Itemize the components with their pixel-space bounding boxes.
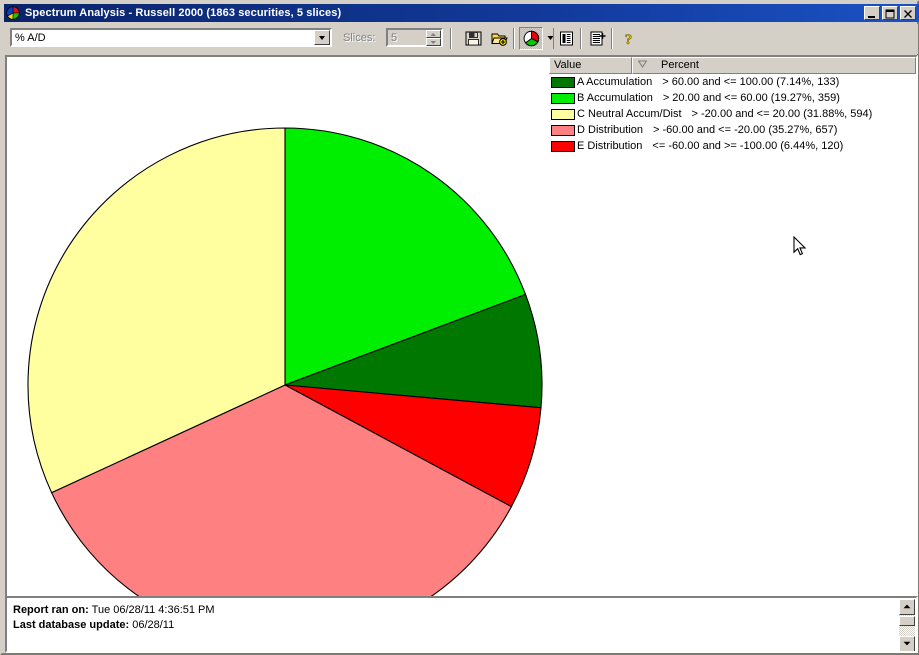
legend-swatch xyxy=(551,76,575,88)
legend-row-range: <= -60.00 and >= -100.00 (6.44%, 120) xyxy=(652,140,844,152)
field-select[interactable]: % A/D xyxy=(10,28,332,47)
toolbar-separator xyxy=(611,28,613,49)
slices-stepper[interactable]: 5 xyxy=(386,28,443,47)
report-ran-on-label: Report ran on: xyxy=(13,604,89,616)
legend-row-range: > 20.00 and <= 60.00 (19.27%, 359) xyxy=(662,92,840,104)
toolbar-separator xyxy=(580,28,582,49)
report-info-panel: Report ran on: Tue 06/28/11 4:36:51 PM L… xyxy=(5,596,918,653)
legend-swatch xyxy=(551,140,575,152)
legend-row-label: A Accumulation xyxy=(577,76,653,88)
title-bar[interactable]: Spectrum Analysis - Russell 2000 (1863 s… xyxy=(4,4,919,22)
slices-spinner-down[interactable] xyxy=(426,38,441,46)
legend-swatch xyxy=(551,92,575,104)
close-button[interactable] xyxy=(900,6,916,20)
slices-spinner-up[interactable] xyxy=(426,30,441,38)
help-button[interactable]: ? xyxy=(616,27,640,50)
svg-text:?: ? xyxy=(624,32,632,47)
save-button[interactable] xyxy=(461,27,485,50)
last-database-update-label: Last database update: xyxy=(13,619,130,631)
window-title: Spectrum Analysis - Russell 2000 (1863 s… xyxy=(25,7,342,19)
legend-row-range: > -20.00 and <= 20.00 (31.88%, 594) xyxy=(691,108,873,120)
minimize-button[interactable] xyxy=(864,6,880,20)
scroll-down-button[interactable] xyxy=(899,636,915,651)
legend: Value Percent A Accumulation > 60.00 and… xyxy=(549,57,916,154)
legend-swatch xyxy=(551,124,575,136)
legend-row[interactable]: D Distribution > -60.00 and <= -20.00 (3… xyxy=(549,122,916,138)
report-ran-on-line: Report ran on: Tue 06/28/11 4:36:51 PM xyxy=(13,604,916,616)
maximize-button[interactable] xyxy=(882,6,898,20)
report-view-button[interactable] xyxy=(554,27,578,50)
scroll-up-button[interactable] xyxy=(899,599,915,615)
slices-label: Slices: xyxy=(343,32,376,44)
toolbar-separator xyxy=(513,28,515,49)
legend-row[interactable]: A Accumulation > 60.00 and <= 100.00 (7.… xyxy=(549,74,916,90)
new-report-button[interactable] xyxy=(585,27,609,50)
legend-swatch xyxy=(551,108,575,120)
slices-spinner[interactable] xyxy=(426,30,441,46)
legend-row[interactable]: B Accumulation > 20.00 and <= 60.00 (19.… xyxy=(549,90,916,106)
application-window: Spectrum Analysis - Russell 2000 (1863 s… xyxy=(0,0,919,655)
open-button[interactable] xyxy=(487,27,511,50)
legend-column-percent[interactable]: Percent xyxy=(632,57,916,74)
legend-row[interactable]: C Neutral Accum/Dist > -20.00 and <= 20.… xyxy=(549,106,916,122)
legend-row-label: E Distribution xyxy=(577,140,643,152)
legend-row-range: > 60.00 and <= 100.00 (7.14%, 133) xyxy=(662,76,840,88)
legend-column-value[interactable]: Value xyxy=(549,57,632,74)
scrollbar-thumb[interactable] xyxy=(899,616,915,626)
legend-row-label: B Accumulation xyxy=(577,92,653,104)
toolbar-separator xyxy=(450,28,452,49)
field-select-value: % A/D xyxy=(15,31,46,44)
slices-value: 5 xyxy=(391,31,398,44)
legend-row[interactable]: E Distribution <= -60.00 and >= -100.00 … xyxy=(549,138,916,154)
pie-chart-view-button[interactable] xyxy=(519,27,543,50)
chevron-down-icon[interactable] xyxy=(314,30,330,45)
pie-chart-app-icon[interactable] xyxy=(5,5,21,21)
chart-client-area: Value Percent A Accumulation > 60.00 and… xyxy=(5,55,918,652)
legend-column-percent-label: Percent xyxy=(661,59,699,71)
toolbar: % A/D Slices: 5 ? xyxy=(5,24,918,54)
last-database-update-line: Last database update: 06/28/11 xyxy=(13,619,916,631)
sort-descending-icon xyxy=(637,58,648,73)
report-ran-on-value: Tue 06/28/11 4:36:51 PM xyxy=(91,604,215,616)
last-database-update-value: 06/28/11 xyxy=(132,619,175,631)
legend-header: Value Percent xyxy=(549,57,916,74)
legend-row-range: > -60.00 and <= -20.00 (35.27%, 657) xyxy=(653,124,838,136)
legend-column-value-label: Value xyxy=(554,59,582,71)
vertical-scrollbar[interactable] xyxy=(899,599,915,651)
legend-row-label: D Distribution xyxy=(577,124,644,136)
legend-row-label: C Neutral Accum/Dist xyxy=(577,108,682,120)
